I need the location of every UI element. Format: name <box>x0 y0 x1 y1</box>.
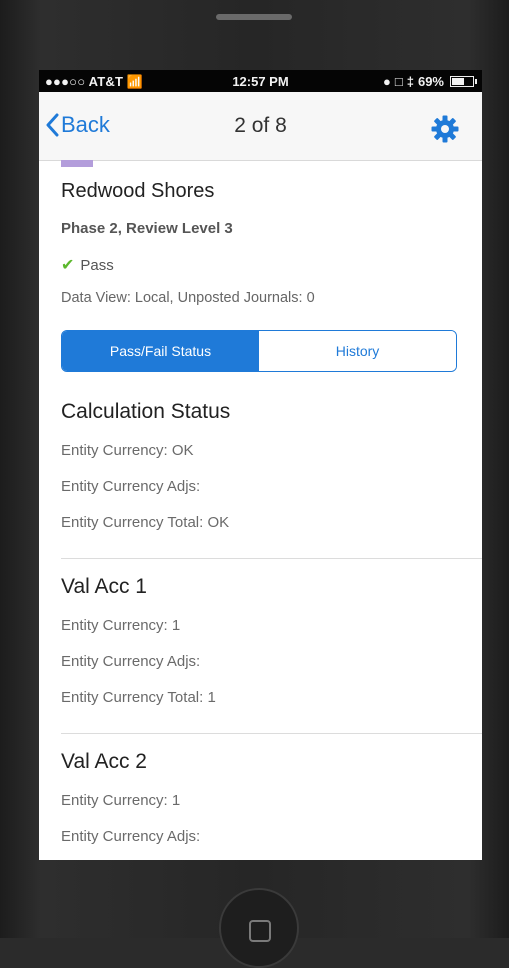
list-item: Entity Currency Total: OK <box>61 514 230 531</box>
section-heading: Val Acc 1 <box>61 575 147 598</box>
list-item: Entity Currency: 1 <box>61 792 181 809</box>
segmented-control: Pass/Fail Status History <box>61 330 457 372</box>
status-bar: ●●●○○ AT&T 📶 12:57 PM ● □ ‡ 69% <box>39 70 482 92</box>
pass-label: Pass <box>80 256 114 274</box>
divider <box>61 558 482 559</box>
bluetooth-icon: ‡ <box>406 74 414 89</box>
tab-history[interactable]: History <box>259 331 456 371</box>
tab-pass-fail-status[interactable]: Pass/Fail Status <box>62 331 259 371</box>
data-view-label: Data View: Local, Unposted Journals: 0 <box>61 290 315 306</box>
lock-rotation-icon: ● <box>383 74 391 89</box>
gear-icon[interactable] <box>430 114 460 144</box>
divider <box>61 733 482 734</box>
home-button[interactable] <box>219 888 299 968</box>
speaker-grille <box>216 14 292 20</box>
list-item: Entity Currency: OK <box>61 442 194 459</box>
list-item: Entity Currency: 1 <box>61 617 181 634</box>
screen: ●●●○○ AT&T 📶 12:57 PM ● □ ‡ 69% Back 2 o… <box>39 70 482 860</box>
phone-frame: ●●●○○ AT&T 📶 12:57 PM ● □ ‡ 69% Back 2 o… <box>0 0 509 968</box>
list-item: Entity Currency Adjs: <box>61 653 201 670</box>
battery-icon <box>450 76 477 87</box>
navigation-bar: Back 2 of 8 <box>39 92 482 161</box>
section-heading: Val Acc 2 <box>61 750 147 773</box>
list-item: Entity Currency Adjs: <box>61 828 201 845</box>
section-heading: Calculation Status <box>61 400 231 423</box>
pass-status: ✔ Pass <box>61 255 114 275</box>
page-title: 2 of 8 <box>234 114 287 137</box>
entity-name: Redwood Shores <box>61 180 215 202</box>
screen-mirror-icon: □ <box>394 74 403 89</box>
checkmark-icon: ✔ <box>61 257 75 274</box>
battery-percent: 69% <box>417 74 444 89</box>
list-item: Entity Currency Total: 1 <box>61 689 216 706</box>
status-right: ● □ ‡ 69% <box>383 74 477 89</box>
entity-color-chip <box>61 160 93 167</box>
home-square-icon <box>249 920 271 942</box>
list-item: Entity Currency Adjs: <box>61 478 201 495</box>
phase-label: Phase 2, Review Level 3 <box>61 220 233 237</box>
